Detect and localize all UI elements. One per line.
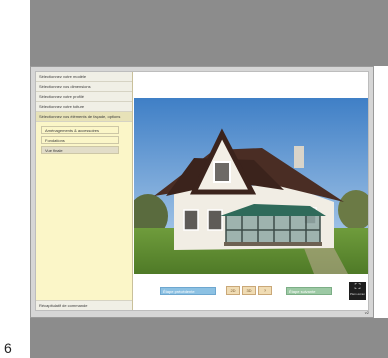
- window-left: [183, 209, 199, 231]
- view-2d-button[interactable]: 2D: [226, 286, 240, 295]
- previous-step-button[interactable]: Étape précédente: [160, 287, 216, 295]
- fullscreen-button[interactable]: ⛶ Plein écran: [349, 282, 366, 300]
- chimney: [294, 146, 304, 168]
- fullscreen-icon: ⛶: [354, 282, 361, 291]
- configurator-frame: Sélectionnez votre modèle Sélectionnez v…: [35, 71, 369, 311]
- house-preview-image: [134, 98, 368, 274]
- dormer-window: [213, 161, 231, 183]
- configurator-window: Sélectionnez votre modèle Sélectionnez v…: [30, 66, 374, 318]
- status-bar: v2: [35, 310, 369, 316]
- top-gray-band: [30, 0, 388, 66]
- sidebar-order-summary[interactable]: Récapitulatif de commande: [36, 300, 132, 310]
- sidebar-item-facade-options[interactable]: Sélectionnez vos éléments de façade, opt…: [36, 112, 132, 122]
- sub-item-foundations[interactable]: Fondations: [41, 136, 119, 144]
- bottom-toolbar: Étape précédente 2D 3D ? Étape suivante …: [134, 282, 368, 302]
- sidebar-sub-list: Aménagements & accessoires Fondations Vu…: [36, 122, 132, 154]
- sub-item-accessories[interactable]: Aménagements & accessoires: [41, 126, 119, 134]
- sidebar: Sélectionnez votre modèle Sélectionnez v…: [36, 72, 133, 310]
- sidebar-item-roof[interactable]: Sélectionnez votre toiture: [36, 102, 132, 112]
- next-step-button[interactable]: Étape suivante: [286, 287, 332, 295]
- status-text: v2: [364, 310, 369, 315]
- view-3d-button[interactable]: 3D: [242, 286, 256, 295]
- sidebar-item-profile[interactable]: Sélectionnez votre profilé: [36, 92, 132, 102]
- sidebar-item-dimensions[interactable]: Sélectionnez vos dimensions: [36, 82, 132, 92]
- fullscreen-label: Plein écran: [349, 292, 365, 296]
- help-button[interactable]: ?: [258, 286, 272, 295]
- veranda-base: [224, 242, 322, 246]
- page-number: 6: [4, 340, 12, 356]
- sub-item-final-view[interactable]: Vue finale: [41, 146, 119, 154]
- window-mid: [207, 209, 223, 231]
- bottom-gray-band: [30, 318, 388, 358]
- sidebar-item-model[interactable]: Sélectionnez votre modèle: [36, 72, 132, 82]
